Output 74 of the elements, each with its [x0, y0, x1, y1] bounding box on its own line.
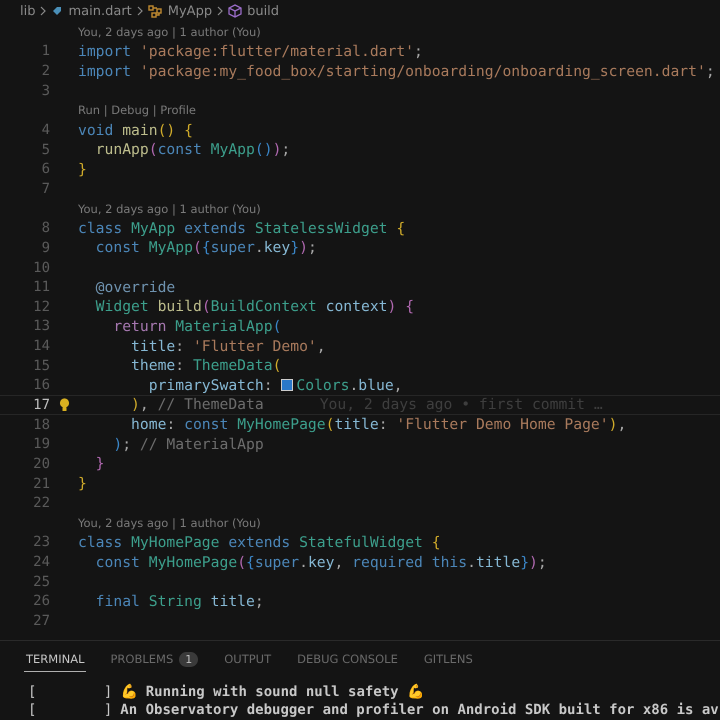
terminal-prefix: [ ]: [28, 683, 112, 701]
code-line: }: [78, 160, 87, 178]
terminal-prefix: [ ]: [28, 701, 112, 719]
code-lens[interactable]: You, 2 days ago | 1 author (You): [78, 516, 261, 530]
terminal-line: 💪 Running with sound null safety 💪: [120, 683, 424, 701]
color-swatch[interactable]: [281, 378, 294, 391]
line-number: 17: [32, 396, 50, 413]
line-number: 11: [32, 279, 50, 296]
chevron-icon: [217, 6, 224, 16]
line-number: 4: [40, 122, 50, 138]
line-number: 13: [32, 318, 50, 334]
line-number: 18: [32, 416, 50, 433]
chevron-icon: [136, 6, 143, 16]
code-line: @override: [94, 278, 176, 296]
line-number: 3: [40, 82, 50, 99]
code-line: const MyHomePage({super.key, required this.title});: [94, 554, 547, 571]
panel-tab[interactable]: GITLENS: [422, 646, 475, 672]
panel-tab[interactable]: TERMINAL: [24, 646, 86, 672]
code-line: void main() {: [78, 122, 193, 139]
line-number: 15: [32, 358, 50, 374]
line-number: 21: [32, 476, 50, 492]
code-line: return MaterialApp(: [112, 318, 282, 335]
line-number: 27: [32, 613, 50, 630]
panel-tab[interactable]: PROBLEMS 1: [108, 646, 200, 672]
code-line: class MyHomePage extends StatefulWidget {: [78, 534, 441, 551]
line-number: 6: [40, 161, 50, 178]
class-icon: [148, 4, 163, 18]
line-number: 10: [32, 260, 50, 276]
dart-file-icon: [51, 5, 64, 17]
code-line: theme: ThemeData(: [130, 357, 282, 374]
code-lens[interactable]: Run | Debug | Profile: [78, 103, 196, 118]
code-line: primarySwatch: Colors.blue,: [148, 376, 403, 394]
line-number: 9: [40, 240, 50, 256]
code-line: import 'package:my_food_box/starting/onboarding/onboarding_screen.dart';: [78, 62, 715, 80]
breadcrumb-item[interactable]: MyApp: [168, 4, 212, 18]
code-line: ), // ThemeData: [130, 396, 264, 414]
breadcrumb-item[interactable]: lib: [20, 4, 36, 18]
cube-icon: [228, 4, 242, 18]
line-number: 24: [32, 554, 50, 570]
line-number: 1: [40, 43, 50, 60]
line-number: 14: [32, 338, 50, 354]
code-line: runApp(const MyApp());: [94, 141, 290, 158]
chevron-icon: [40, 6, 46, 16]
line-number: 7: [40, 180, 50, 197]
breadcrumb-item[interactable]: main.dart: [68, 4, 132, 18]
code-line: ); // MaterialApp: [112, 436, 264, 453]
panel-tab[interactable]: OUTPUT: [222, 646, 274, 672]
code-line: const MyApp({super.key});: [94, 239, 317, 256]
line-number: 16: [32, 377, 50, 394]
panel-tab[interactable]: DEBUG CONSOLE: [295, 646, 400, 672]
breadcrumb-item[interactable]: build: [247, 4, 280, 18]
code-line: }: [94, 455, 105, 472]
count-badge: 1: [179, 652, 198, 666]
line-number: 22: [32, 495, 50, 512]
line-number: 8: [40, 220, 50, 236]
line-number: 2: [40, 63, 50, 80]
code-line: Widget build(BuildContext context) {: [94, 298, 414, 316]
code-line: final String title;: [94, 592, 264, 610]
line-number: 20: [32, 456, 50, 472]
line-number: 12: [32, 298, 50, 315]
line-number: 19: [32, 436, 50, 452]
line-number: 23: [32, 534, 50, 550]
code-line: home: const MyHomePage(title: 'Flutter Demo Home Page'),: [130, 416, 626, 434]
lightbulb-icon[interactable]: [58, 398, 70, 412]
code-lens[interactable]: You, 2 days ago | 1 author (You): [78, 202, 261, 216]
line-number: 26: [32, 593, 50, 610]
code-lens[interactable]: You, 2 days ago | 1 author (You): [78, 24, 261, 39]
code-line: import 'package:flutter/material.dart';: [78, 42, 423, 60]
code-line: title: 'Flutter Demo',: [130, 338, 326, 355]
terminal-line: An Observatory debugger and profiler on Android SDK built for x86 is av: [120, 701, 719, 719]
code-line: }: [78, 475, 87, 492]
code-line: class MyApp extends StatelessWidget {: [78, 220, 406, 237]
line-number: 25: [32, 574, 50, 590]
line-number: 5: [40, 142, 50, 158]
